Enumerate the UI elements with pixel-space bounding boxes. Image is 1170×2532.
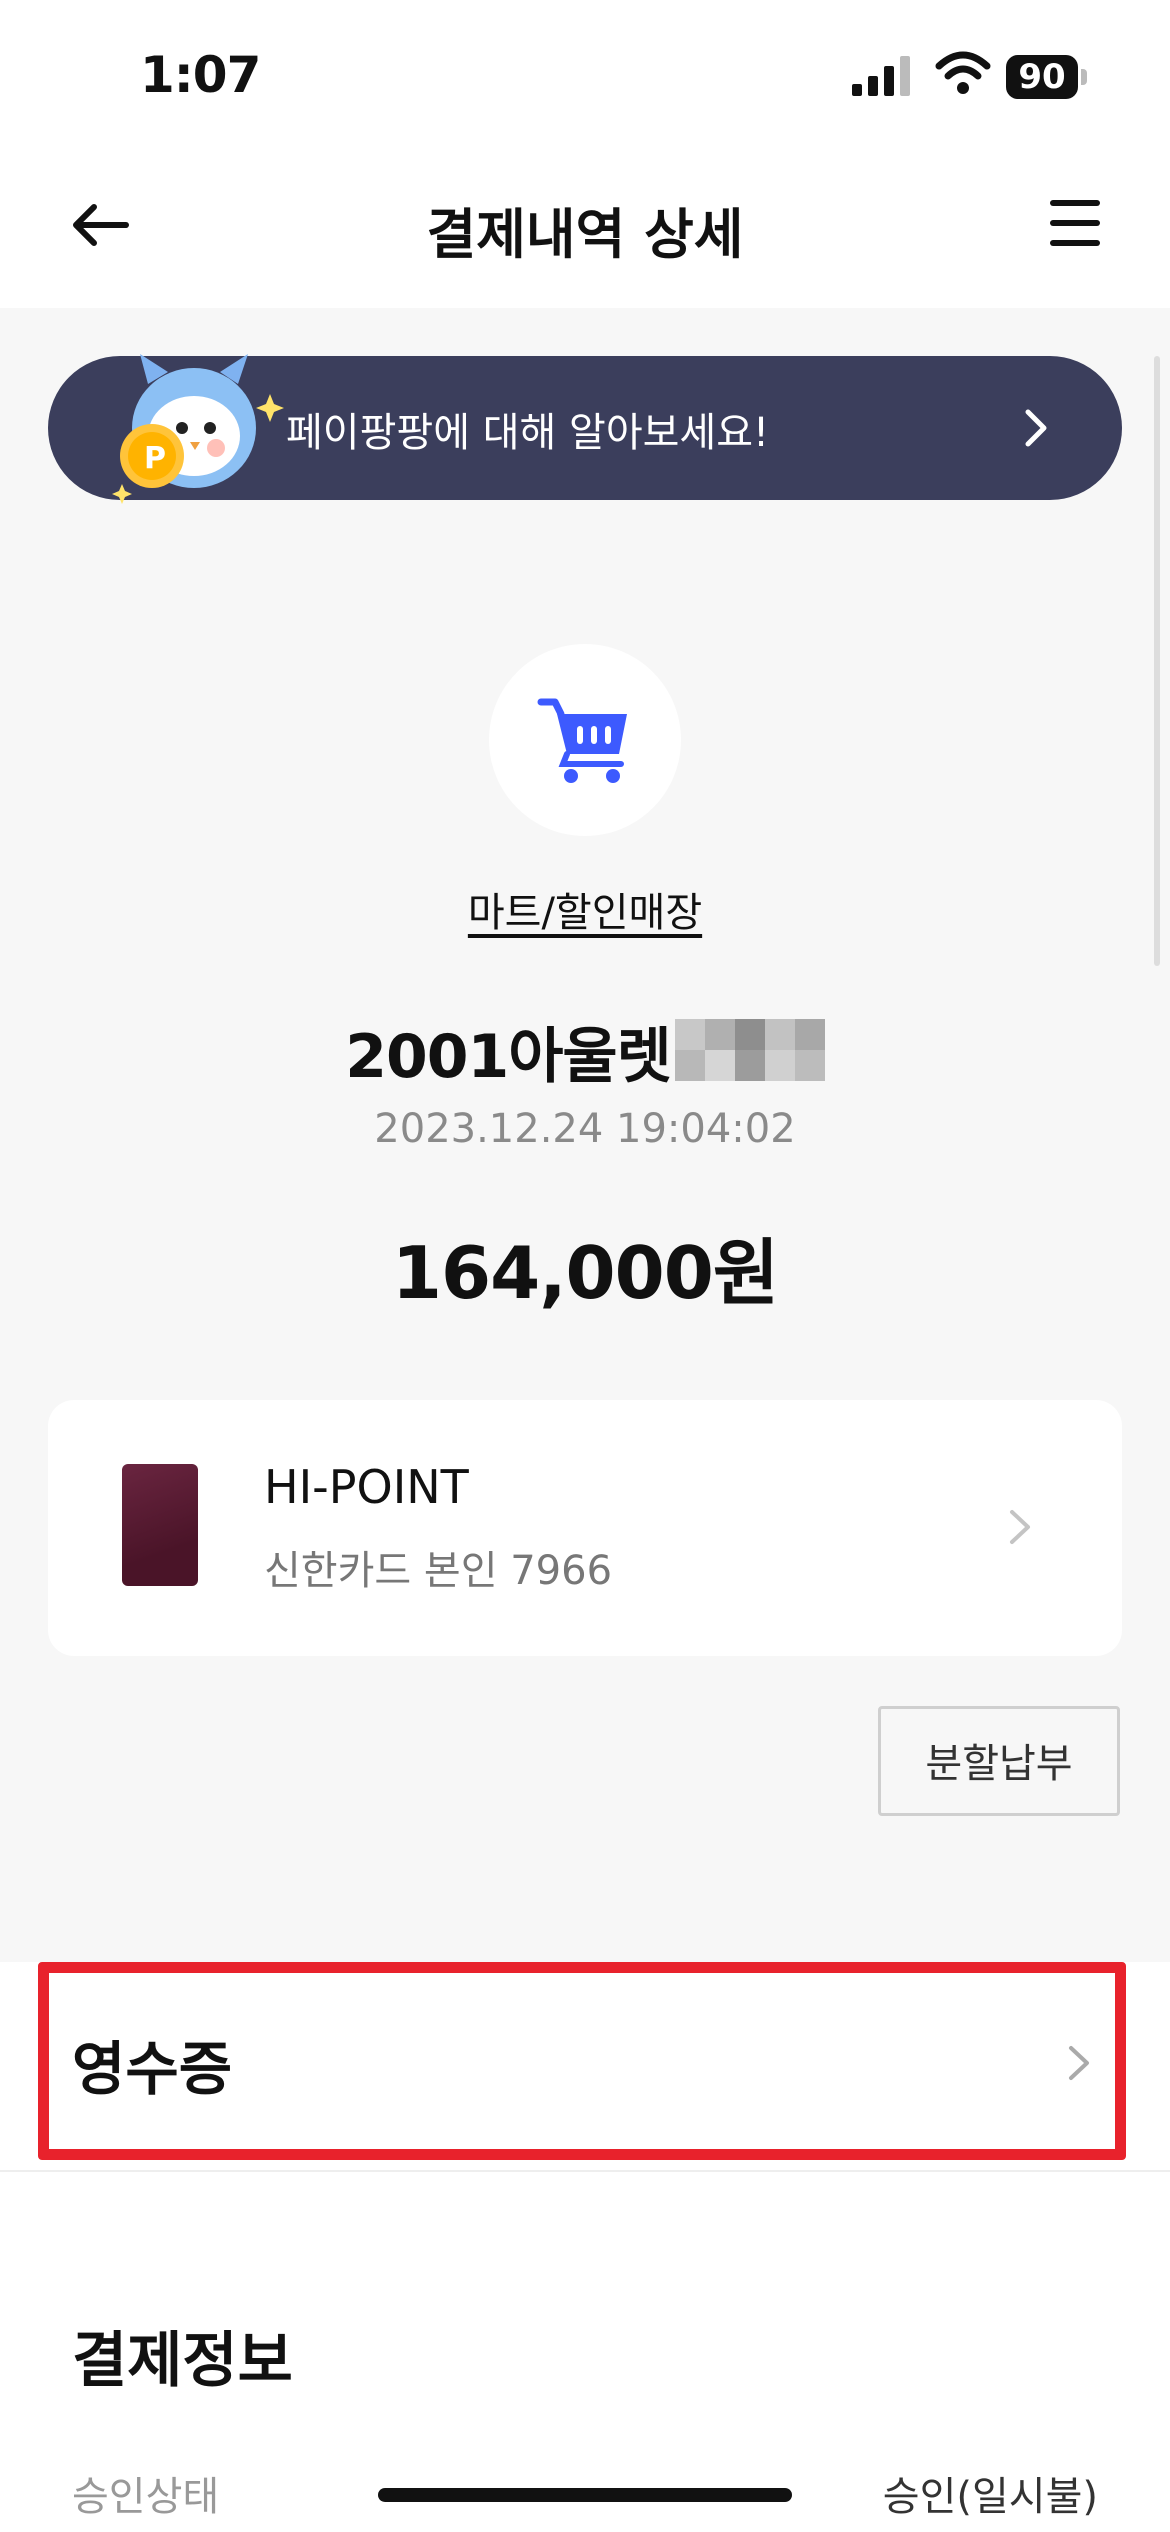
category-icon-circle — [489, 644, 681, 836]
promo-banner[interactable]: P 페이팡팡에 대해 알아보세요! — [48, 354, 1122, 504]
redacted-mosaic — [674, 1018, 825, 1081]
receipt-label: 영수증 — [72, 2035, 233, 2103]
hamburger-menu-icon[interactable] — [1048, 196, 1102, 250]
chevron-right-icon — [1010, 1510, 1030, 1544]
svg-text:P: P — [144, 441, 166, 476]
card-image — [122, 1464, 198, 1586]
scrollbar[interactable] — [1154, 356, 1160, 966]
chevron-right-icon — [1025, 409, 1047, 447]
category-link[interactable]: 마트/할인매장 — [0, 880, 1170, 938]
merchant: 2001아울렛 — [0, 1008, 1170, 1095]
approval-status-label: 승인상태 — [72, 2474, 220, 2520]
header: 결제내역 상세 — [0, 150, 1170, 308]
transaction-amount: 164,000원 — [391, 1231, 779, 1315]
banner-text: 페이팡팡에 대해 알아보세요! — [286, 410, 770, 456]
merchant-name: 2001아울렛 — [345, 1022, 672, 1092]
card-subtitle: 신한카드 본인 7966 — [264, 1548, 613, 1594]
wifi-icon — [935, 51, 991, 94]
battery-level: 90 — [1006, 55, 1078, 99]
page-title: 결제내역 상세 — [426, 203, 744, 266]
owl-mascot-icon: P — [112, 354, 284, 504]
cellular-signal-icon — [852, 56, 910, 96]
chevron-right-icon — [1069, 2046, 1089, 2080]
card-name: HI-POINT — [264, 1460, 469, 1514]
status-time: 1:07 — [140, 46, 261, 104]
status-bar: 1:07 90 — [0, 0, 1170, 150]
battery-icon: 90 — [1006, 55, 1088, 99]
transaction-datetime: 2023.12.24 19:04:02 — [374, 1106, 796, 1152]
approval-status-value: 승인(일시불) — [882, 2474, 1098, 2520]
installment-button[interactable]: 분할납부 — [878, 1706, 1120, 1816]
home-indicator[interactable] — [378, 2488, 792, 2502]
shopping-cart-icon — [537, 698, 627, 783]
payment-card-row[interactable]: HI-POINT 신한카드 본인 7966 — [48, 1400, 1122, 1656]
payment-info-section: 결제정보 승인상태 승인(일시불) — [0, 2172, 1170, 2532]
receipt-row[interactable]: 영수증 — [0, 1962, 1170, 2172]
payment-info-title: 결제정보 — [72, 2326, 293, 2396]
